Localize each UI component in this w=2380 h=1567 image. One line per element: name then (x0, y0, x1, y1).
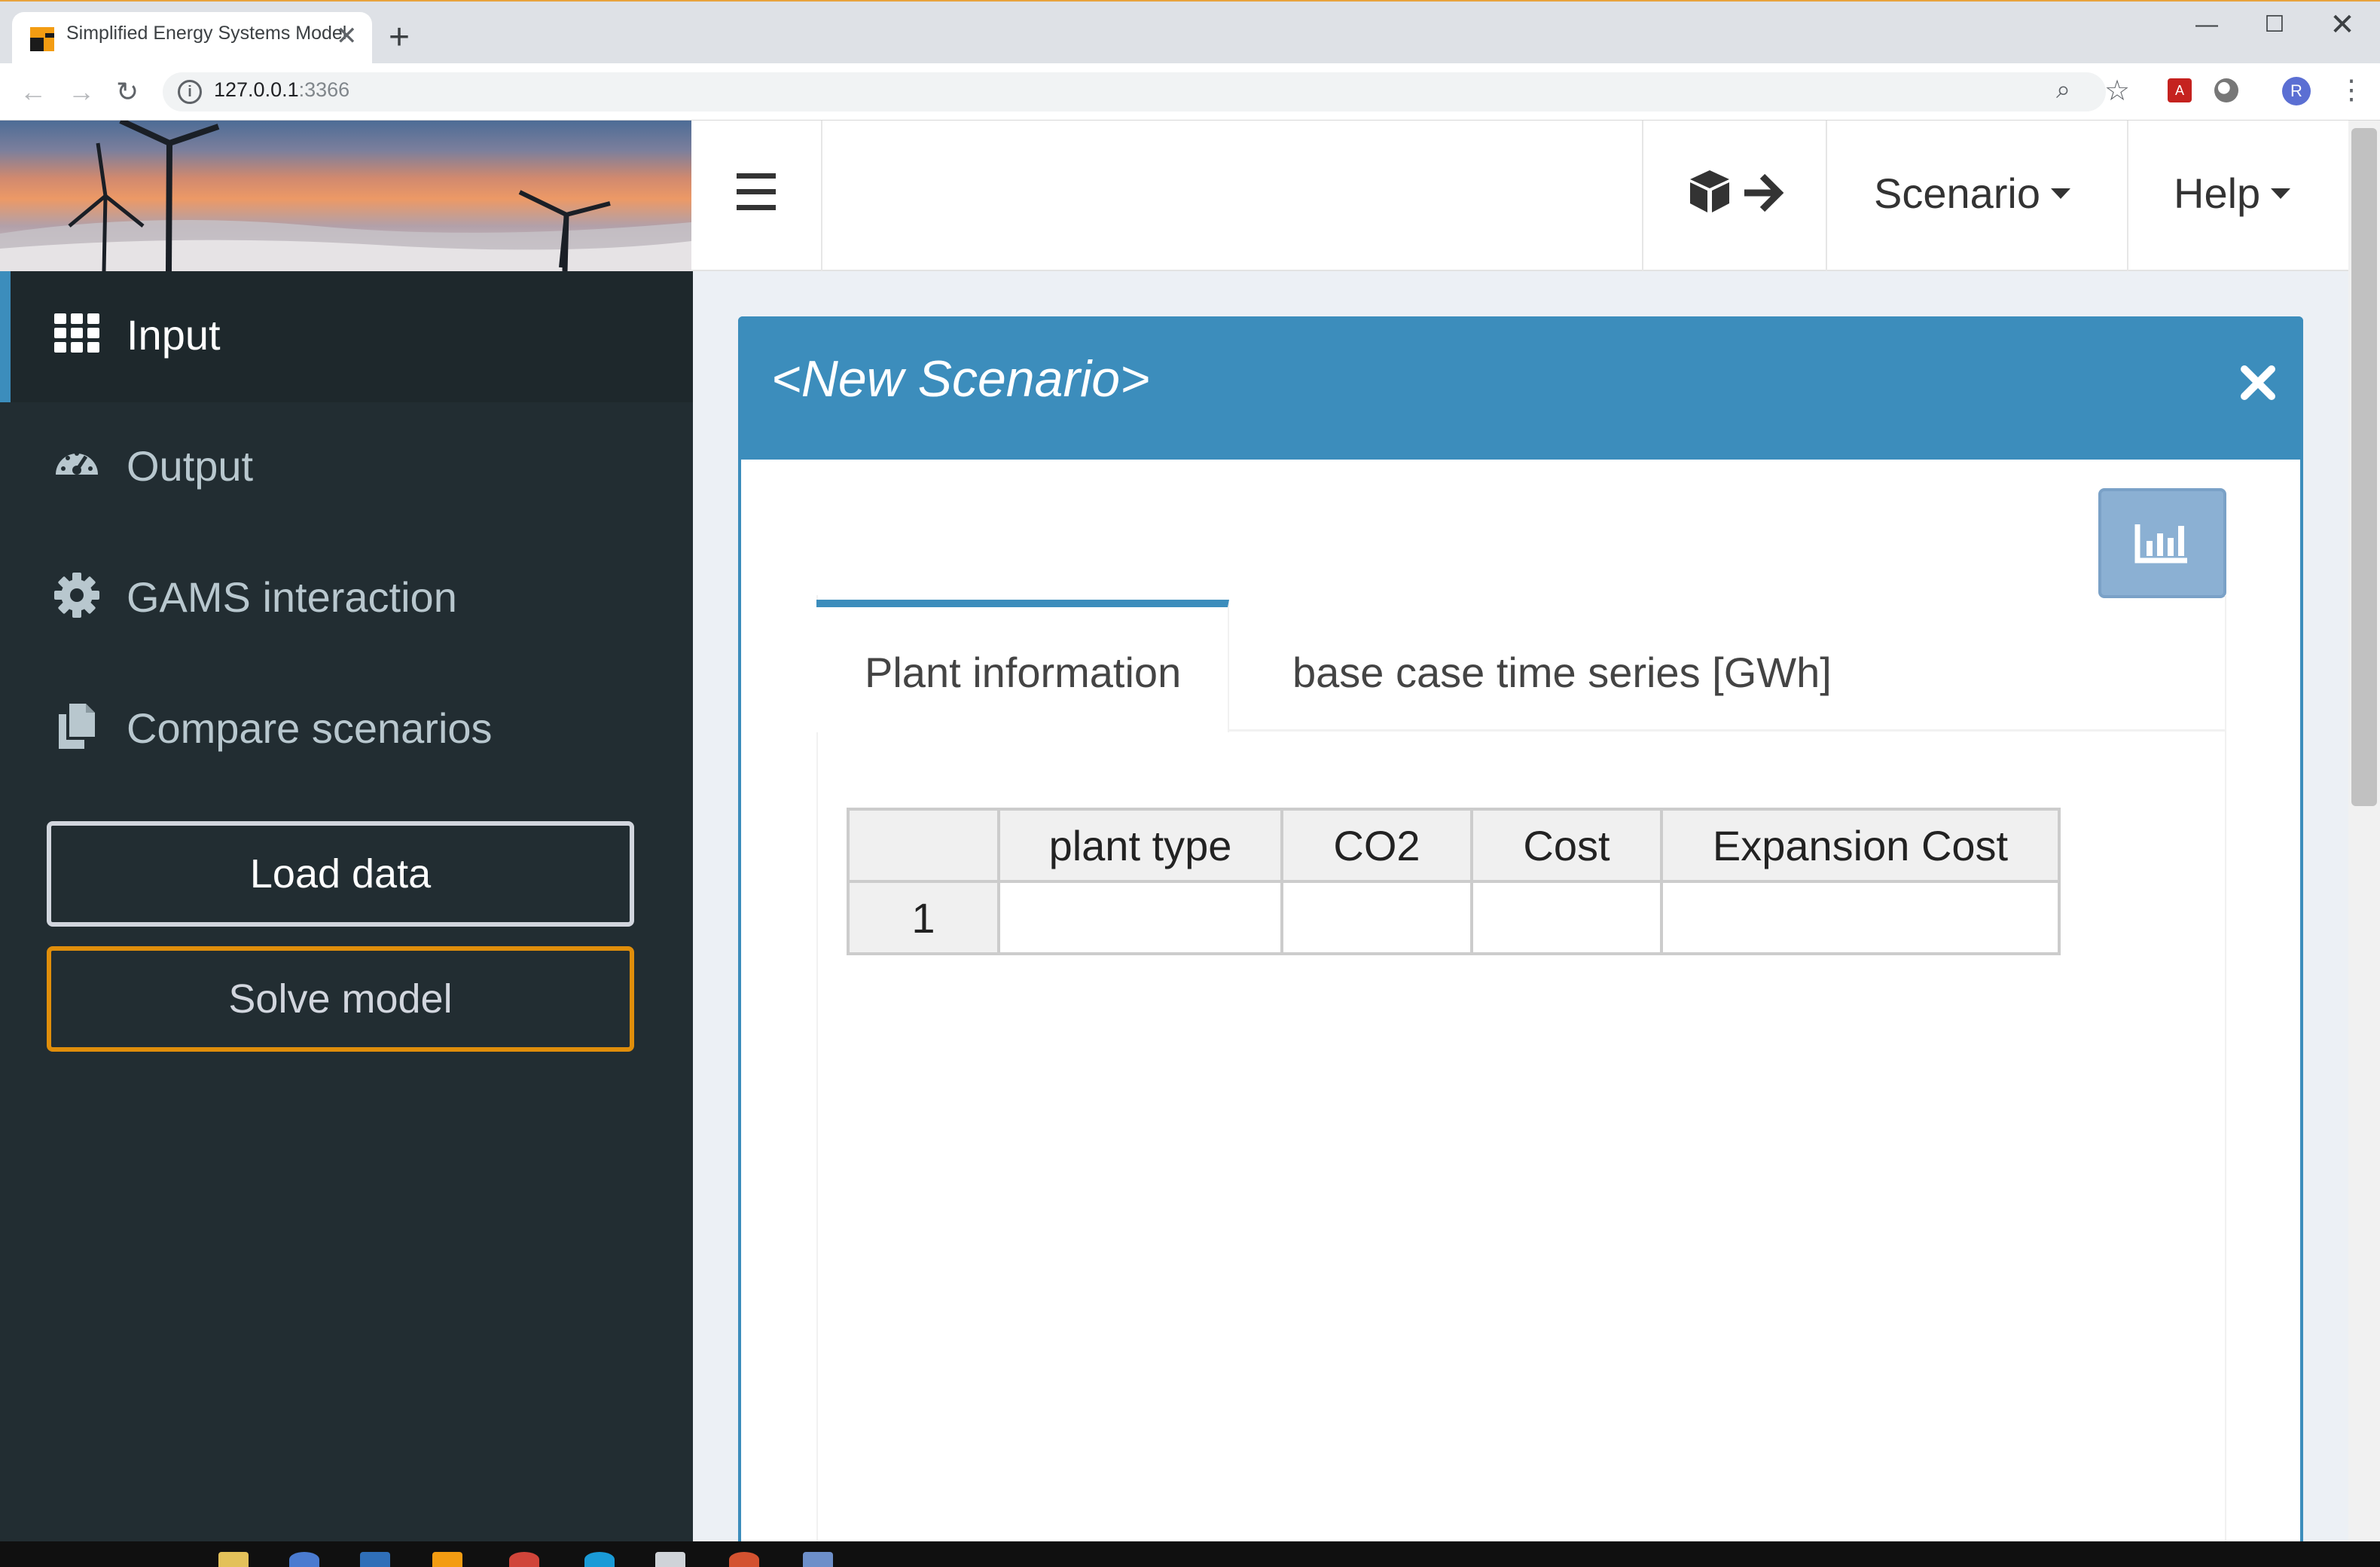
navbar-divider (821, 121, 822, 271)
app-favicon-icon (30, 27, 54, 51)
app-taskbar-icon[interactable] (655, 1552, 685, 1567)
url-port: :3366 (298, 78, 350, 101)
sidebar-item-label: Compare scenarios (127, 704, 493, 752)
back-arrow-icon[interactable]: ← (20, 75, 47, 108)
table-cell-co2[interactable] (1280, 880, 1473, 955)
reload-icon[interactable]: ↻ (116, 75, 139, 108)
tab-close-icon[interactable]: ✕ (336, 21, 358, 51)
bar-chart-icon (2134, 524, 2187, 564)
navbar-divider (1642, 121, 1643, 271)
window-maximize-button[interactable]: ☐ (2241, 6, 2308, 44)
app-navbar (691, 121, 2348, 271)
app-taskbar-icon[interactable] (360, 1552, 390, 1567)
table-row: 1 (847, 880, 2061, 955)
column-header-cost[interactable]: Cost (1470, 808, 1663, 883)
help-dropdown-label: Help (2174, 170, 2261, 217)
row-index-header[interactable]: 1 (847, 880, 1000, 955)
file-explorer-taskbar-icon[interactable] (218, 1552, 249, 1567)
caret-down-icon (2051, 188, 2071, 200)
skype-taskbar-icon[interactable] (584, 1552, 615, 1567)
tab-base-case-time-series[interactable]: base case time series [GWh] (1292, 648, 1832, 697)
zoom-icon[interactable]: ⌕ (2056, 75, 2070, 105)
table-header-row: plant type CO2 Cost Expansion Cost (847, 808, 2061, 883)
url-host: 127.0.0.1 (214, 78, 299, 101)
chart-toggle-button[interactable] (2098, 488, 2226, 598)
extension-icon[interactable] (2214, 78, 2238, 102)
page-scrollbar-thumb[interactable] (2351, 128, 2377, 806)
tab-plant-information-label[interactable]: Plant information (865, 648, 1181, 697)
sidebar-item-input[interactable]: Input (0, 271, 693, 402)
scenario-title: <New Scenario> (771, 350, 1150, 408)
load-data-button[interactable]: Load data (47, 821, 634, 927)
profile-avatar[interactable]: R (2282, 77, 2311, 105)
chrome-taskbar-icon[interactable] (509, 1552, 539, 1567)
help-dropdown[interactable]: Help (2174, 169, 2291, 218)
app-taskbar-icon[interactable] (803, 1552, 833, 1567)
dashboard-gauge-icon (56, 451, 98, 475)
cube-arrow-export-icon[interactable] (1687, 166, 1785, 218)
address-bar[interactable] (163, 72, 2106, 111)
copy-files-icon (59, 704, 95, 749)
app-taskbar-icon[interactable] (432, 1552, 462, 1567)
site-info-icon[interactable]: i (178, 80, 202, 104)
grid-icon (54, 313, 99, 353)
hamburger-menu-icon[interactable] (737, 172, 777, 212)
gear-icon (54, 573, 99, 618)
scenario-dropdown[interactable]: Scenario (1874, 169, 2071, 218)
bookmark-star-icon[interactable]: ☆ (2104, 74, 2130, 108)
new-tab-button[interactable]: + (389, 17, 410, 59)
caret-down-icon (2271, 188, 2291, 200)
app-taskbar-icon[interactable] (289, 1552, 319, 1567)
menu-dots-icon[interactable]: ⋮ (2338, 74, 2365, 105)
os-taskbar (0, 1541, 2380, 1567)
table-cell-plant-type[interactable] (997, 880, 1283, 955)
sidebar-item-label: Input (127, 311, 221, 359)
window-close-button[interactable]: ✕ (2308, 6, 2376, 44)
column-header-co2[interactable]: CO2 (1280, 808, 1473, 883)
navbar-divider (1826, 121, 1827, 271)
column-header-plant-type[interactable]: plant type (997, 808, 1283, 883)
sidebar-item-label: GAMS interaction (127, 573, 457, 621)
url-text[interactable]: 127.0.0.1:3366 (214, 78, 349, 102)
column-header-expansion-cost[interactable]: Expansion Cost (1660, 808, 2061, 883)
sidebar-item-output[interactable]: Output (0, 402, 693, 533)
tabset-panel (816, 595, 2226, 1559)
window-minimize-button[interactable]: — (2173, 6, 2241, 44)
wind-turbine-logo-banner (0, 121, 691, 271)
scenario-dropdown-label: Scenario (1874, 170, 2041, 217)
app-taskbar-icon[interactable] (729, 1552, 759, 1567)
table-cell-expansion-cost[interactable] (1660, 880, 2061, 955)
sidebar-item-gams-interaction[interactable]: GAMS interaction (0, 533, 693, 664)
browser-tab-title: Simplified Energy Systems Model (66, 23, 347, 44)
sidebar-item-compare-scenarios[interactable]: Compare scenarios (0, 664, 693, 796)
forward-arrow-icon[interactable]: → (68, 75, 95, 108)
table-cell-cost[interactable] (1470, 880, 1663, 955)
wind-turbine-image (0, 121, 691, 271)
sidebar-item-label: Output (127, 442, 254, 490)
close-x-icon[interactable] (2226, 351, 2290, 414)
navbar-divider (2127, 121, 2128, 271)
plant-information-table: plant type CO2 Cost Expansion Cost 1 (847, 808, 2061, 955)
solve-model-button[interactable]: Solve model (47, 946, 634, 1052)
pdf-extension-icon[interactable]: A (2168, 78, 2192, 102)
table-corner-header (847, 808, 1000, 883)
